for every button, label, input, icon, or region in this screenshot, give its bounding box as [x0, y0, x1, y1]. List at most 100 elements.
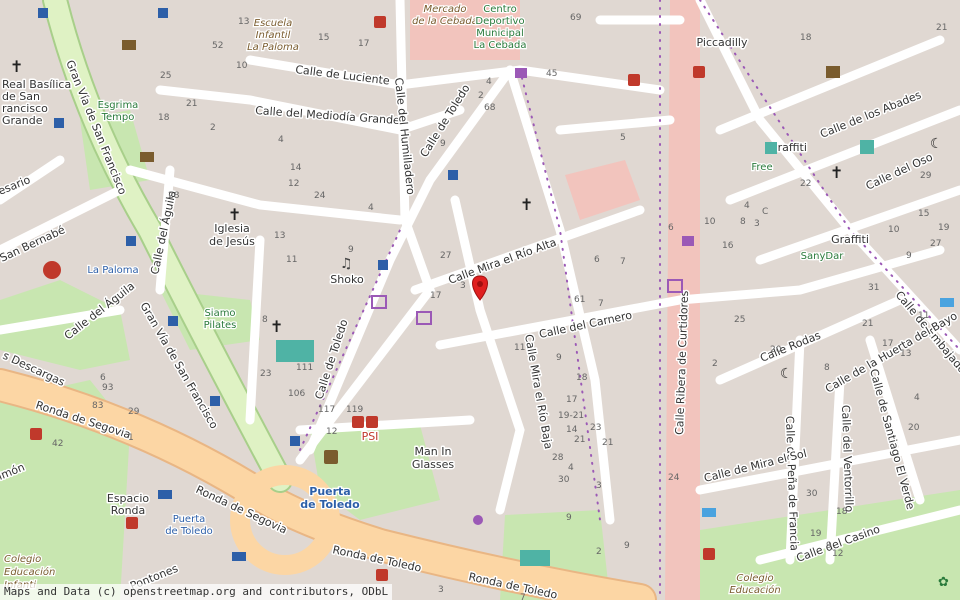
poi-escuela-2: Infantil [256, 30, 291, 41]
house-number: 13 [900, 349, 911, 359]
map-canvas[interactable]: Calle de Luciente Calle del Mediodía Gra… [0, 0, 960, 600]
house-number: 3 [596, 481, 602, 491]
cinema-icon [140, 152, 154, 162]
poi-centro-1: Centro [483, 4, 516, 15]
church-icon: ✝ [270, 317, 283, 336]
poi-centro-2: Deportivo [475, 16, 524, 27]
house-number: 117 [318, 405, 335, 415]
house-number: 18 [800, 33, 812, 43]
poi-psi: PSI [362, 430, 379, 443]
house-number: 4 [486, 77, 492, 87]
pharmacy-icon [366, 416, 378, 428]
paw-icon: ✿ [938, 575, 949, 590]
hospital-icon [43, 261, 61, 279]
bus-stop-icon [38, 8, 48, 18]
house-number: 13 [238, 17, 249, 27]
house-number: 17 [882, 339, 893, 349]
house-number: 9 [556, 353, 562, 363]
pharmacy-icon [628, 74, 640, 86]
house-number: 69 [570, 13, 582, 23]
pool [765, 142, 777, 154]
church-icon: ✝ [10, 57, 23, 76]
music-icon: ♫ [340, 256, 353, 272]
house-number: 15 [918, 209, 929, 219]
house-number: 21 [936, 23, 947, 33]
house-number: 12 [832, 549, 843, 559]
poi-puerta-toledo-metro-1: Puerta [173, 514, 206, 525]
house-number: 10 [236, 61, 248, 71]
house-number: 12 [326, 427, 337, 437]
library-icon [324, 450, 338, 464]
house-number: 31 [868, 283, 879, 293]
house-number: 11 [286, 255, 297, 265]
house-number: 19 [938, 223, 950, 233]
bus-stop-icon [54, 118, 64, 128]
house-number: 21 [602, 438, 613, 448]
dot-icon [473, 515, 483, 525]
house-number: 11 [514, 343, 525, 353]
attribution[interactable]: Maps and Data (c) openstreetmap.org and … [0, 584, 393, 600]
shop-icon [515, 68, 527, 78]
house-number: 4 [278, 135, 284, 145]
house-number: 9 [826, 541, 832, 551]
poi-colegio-right-2: Educación [729, 584, 780, 596]
house-number: 25 [734, 315, 745, 325]
house-number: 2 [210, 123, 216, 133]
house-number: 3 [438, 585, 444, 595]
poi-puerta-toledo-metro-2: de Toledo [165, 526, 213, 537]
house-number: 5 [620, 133, 626, 143]
house-number: 10 [704, 217, 716, 227]
poi-man-in-glasses-1: Man In [415, 445, 452, 458]
house-number: 9 [348, 245, 354, 255]
house-number: 106 [288, 389, 305, 399]
house-number: 20 [770, 345, 782, 355]
house-number: 8 [740, 217, 746, 227]
house-number: 20 [908, 423, 920, 433]
map-svg: Calle de Luciente Calle del Mediodía Gra… [0, 0, 960, 600]
house-number: 15 [318, 33, 329, 43]
house-number: 17 [358, 39, 369, 49]
house-number: 1 [128, 433, 134, 443]
house-number: 2 [712, 359, 718, 369]
poi-sanydar: SanyDar [801, 251, 845, 262]
poi-mercado-2: de la Cebada [412, 16, 478, 27]
house-number: 119 [346, 405, 363, 415]
poi-centro-4: La Cebada [474, 40, 527, 51]
house-number: 13 [274, 231, 285, 241]
pool [520, 550, 550, 566]
house-number: 6 [668, 223, 674, 233]
house-number: 9 [906, 251, 912, 261]
poi-free: Free [751, 162, 772, 173]
house-number: 7 [520, 593, 526, 600]
mosque-icon: ☾ [930, 136, 943, 152]
poi-colegio-right-1: Colegio [736, 573, 773, 584]
bus-stop-icon [158, 8, 168, 18]
house-number: 93 [102, 383, 113, 393]
pharmacy-icon [352, 416, 364, 428]
car-icon [158, 490, 172, 499]
bus-stop-icon [210, 396, 220, 406]
house-number: 6 [594, 255, 600, 265]
house-number: 9 [624, 541, 630, 551]
poi-colegio-left-1: Colegio [4, 554, 41, 565]
house-number: 29 [920, 171, 932, 181]
pharmacy-icon [376, 569, 388, 581]
house-number: 17 [566, 395, 577, 405]
house-number: 9 [566, 513, 572, 523]
house-number: 16 [722, 241, 734, 251]
poi-esgrima-2: Tempo [101, 112, 135, 123]
poi-espacio-ronda-2: Ronda [111, 504, 146, 517]
house-number: 61 [574, 295, 585, 305]
poi-graffiti-2: Graffiti [831, 233, 869, 246]
house-number: 19-21 [558, 411, 584, 421]
poi-esgrima-1: Esgrima [98, 100, 139, 111]
pharmacy-icon [703, 548, 715, 560]
house-number: 23 [260, 369, 271, 379]
hostel-icon [940, 298, 954, 307]
house-number: 6 [100, 373, 106, 383]
pharmacy-icon [693, 66, 705, 78]
pharmacy-icon [126, 517, 138, 529]
house-number: 2 [596, 547, 602, 557]
house-number: 8 [262, 315, 268, 325]
poi-centro-3: Municipal [476, 28, 524, 39]
